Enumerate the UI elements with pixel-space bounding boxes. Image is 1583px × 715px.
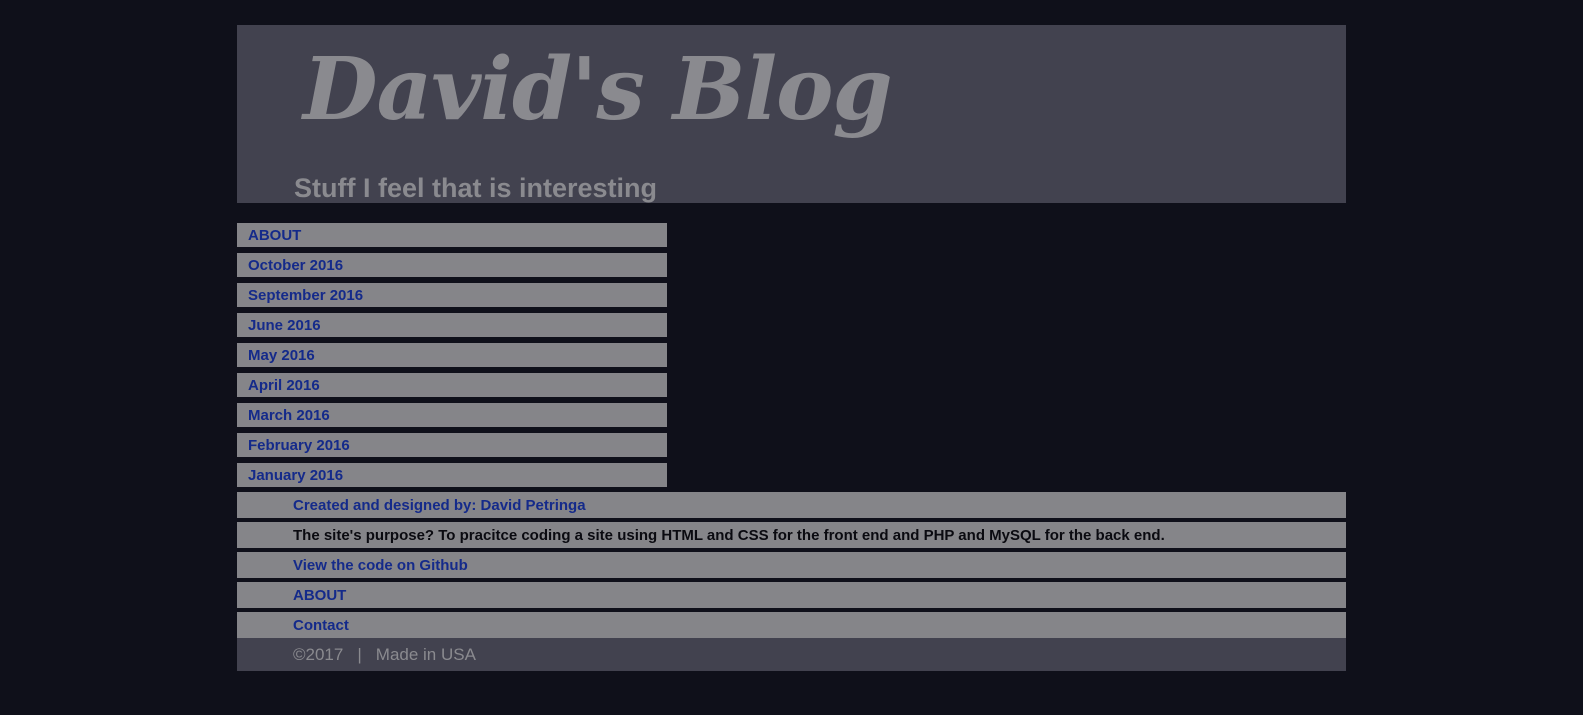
- archive-nav: ABOUT October 2016 September 2016 June 2…: [237, 223, 667, 487]
- nav-item-january-2016[interactable]: January 2016: [237, 463, 667, 487]
- made-in-text: Made in USA: [375, 644, 476, 664]
- github-link[interactable]: View the code on Github: [237, 552, 1346, 578]
- nav-item-september-2016[interactable]: September 2016: [237, 283, 667, 307]
- copyright-bar: ©2017 | Made in USA: [237, 638, 1346, 671]
- footer-separator: |: [357, 644, 362, 664]
- site-purpose-text: The site's purpose? To pracitce coding a…: [237, 522, 1346, 548]
- copyright-text: ©2017: [293, 644, 344, 664]
- nav-item-may-2016[interactable]: May 2016: [237, 343, 667, 367]
- blog-subtitle: Stuff I feel that is interesting: [294, 173, 658, 203]
- nav-item-february-2016[interactable]: February 2016: [237, 433, 667, 457]
- nav-item-june-2016[interactable]: June 2016: [237, 313, 667, 337]
- footer-about-link[interactable]: ABOUT: [237, 582, 1346, 608]
- footer: Created and designed by: David Petringa …: [237, 492, 1346, 671]
- nav-item-march-2016[interactable]: March 2016: [237, 403, 667, 427]
- page-container: David's Blog Stuff I feel that is intere…: [237, 25, 1346, 671]
- nav-item-april-2016[interactable]: April 2016: [237, 373, 667, 397]
- nav-item-about[interactable]: ABOUT: [237, 223, 667, 247]
- nav-item-october-2016[interactable]: October 2016: [237, 253, 667, 277]
- contact-link[interactable]: Contact: [237, 612, 1346, 638]
- site-header: David's Blog Stuff I feel that is intere…: [237, 25, 1346, 203]
- credit-link[interactable]: Created and designed by: David Petringa: [237, 492, 1346, 518]
- blog-title: David's Blog: [303, 39, 893, 140]
